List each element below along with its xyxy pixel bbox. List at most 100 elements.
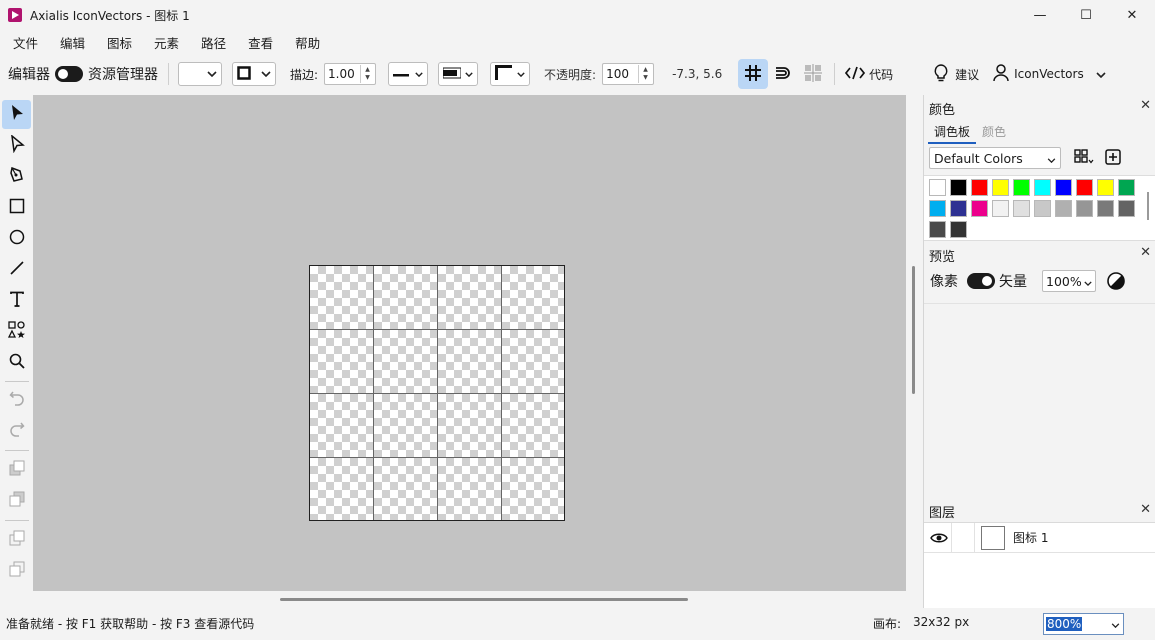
- fill-color-dropdown[interactable]: [178, 62, 222, 86]
- color-swatch[interactable]: [992, 179, 1009, 196]
- rectangle-tool[interactable]: [2, 193, 31, 222]
- menu-path[interactable]: 路径: [192, 33, 235, 52]
- grid-line: [310, 457, 564, 458]
- color-swatch[interactable]: [971, 200, 988, 217]
- preview-zoom-select[interactable]: 100%: [1042, 270, 1096, 292]
- maximize-button[interactable]: ☐: [1063, 0, 1109, 30]
- bring-forward-button[interactable]: [2, 455, 31, 484]
- layer-row[interactable]: 图标 1: [924, 522, 1155, 553]
- stroke-width-input[interactable]: 1.00 ▲ ▼: [324, 63, 377, 85]
- color-swatch[interactable]: [1118, 179, 1135, 196]
- grid-toggle-button[interactable]: [738, 59, 769, 89]
- colors-panel-title: 颜色: [929, 103, 956, 118]
- color-swatch[interactable]: [1034, 179, 1051, 196]
- pixel-label: 像素: [930, 274, 958, 290]
- corner-style-dropdown[interactable]: [490, 62, 531, 86]
- palette-select[interactable]: Default Colors: [929, 147, 1061, 169]
- magnifier-icon: [9, 353, 25, 372]
- color-swatches: [924, 175, 1155, 241]
- code-button[interactable]: 代码: [845, 66, 893, 83]
- color-swatch[interactable]: [1118, 200, 1135, 217]
- color-swatch[interactable]: [1013, 179, 1030, 196]
- layers-panel-close-icon[interactable]: ✕: [1140, 502, 1151, 517]
- bring-to-front-icon: [9, 530, 25, 549]
- minimize-button[interactable]: —: [1017, 0, 1063, 30]
- color-swatch[interactable]: [1013, 200, 1030, 217]
- color-swatch[interactable]: [1076, 200, 1093, 217]
- zoom-tool[interactable]: [2, 348, 31, 377]
- direct-select-tool[interactable]: [2, 131, 31, 160]
- menu-edit[interactable]: 编辑: [51, 33, 94, 52]
- close-button[interactable]: ✕: [1109, 0, 1155, 30]
- colors-panel-close-icon[interactable]: ✕: [1140, 98, 1151, 113]
- color-swatch[interactable]: [1097, 179, 1114, 196]
- ellipse-tool[interactable]: [2, 224, 31, 253]
- add-color-button[interactable]: [1105, 149, 1121, 168]
- color-swatch[interactable]: [929, 200, 946, 217]
- color-swatch[interactable]: [1055, 179, 1072, 196]
- code-label: 代码: [869, 67, 894, 82]
- zoom-select[interactable]: 800%: [1043, 613, 1124, 635]
- bring-to-front-button[interactable]: [2, 525, 31, 554]
- color-swatch[interactable]: [992, 200, 1009, 217]
- opacity-input[interactable]: 100 ▲ ▼: [602, 63, 655, 85]
- menu-help[interactable]: 帮助: [286, 33, 329, 52]
- arrow-pointer-icon: [9, 104, 25, 125]
- color-swatch[interactable]: [1076, 179, 1093, 196]
- color-swatch[interactable]: [950, 221, 967, 238]
- color-swatch[interactable]: [1055, 200, 1072, 217]
- stroke-width-value: 1.00: [328, 67, 355, 81]
- user-account-button[interactable]: IconVectors: [993, 63, 1106, 85]
- pixel-grid-icon: [804, 63, 823, 85]
- grid-view-icon: [1074, 149, 1094, 168]
- opacity-spinner[interactable]: ▲ ▼: [638, 65, 652, 83]
- swatches-scrollbar[interactable]: [1147, 192, 1149, 220]
- snap-toggle-button[interactable]: [768, 59, 798, 89]
- color-swatch[interactable]: [1034, 200, 1051, 217]
- vector-label: 矢量: [999, 274, 1027, 290]
- undo-button[interactable]: [2, 385, 31, 414]
- color-swatch[interactable]: [929, 179, 946, 196]
- undo-icon: [8, 390, 25, 409]
- preview-background-button[interactable]: [1106, 271, 1126, 294]
- color-swatch[interactable]: [950, 200, 967, 217]
- pen-nib-icon: [9, 166, 25, 187]
- send-backward-button[interactable]: [2, 486, 31, 515]
- canvas-horizontal-scrollbar[interactable]: [280, 598, 688, 601]
- color-swatch[interactable]: [1097, 200, 1114, 217]
- canvas-vertical-scrollbar[interactable]: [912, 266, 915, 394]
- text-tool[interactable]: [2, 286, 31, 315]
- shapes-tool[interactable]: [2, 317, 31, 346]
- color-swatch[interactable]: [929, 221, 946, 238]
- tab-color[interactable]: 颜色: [976, 123, 1012, 144]
- menu-file[interactable]: 文件: [4, 33, 47, 52]
- drawing-canvas[interactable]: [33, 95, 906, 591]
- shapes-icon: [7, 321, 26, 342]
- preview-panel-close-icon[interactable]: ✕: [1140, 245, 1151, 260]
- redo-button[interactable]: [2, 416, 31, 445]
- select-tool[interactable]: [2, 100, 31, 129]
- send-to-back-button[interactable]: [2, 556, 31, 585]
- toolbar-divider: [834, 63, 836, 85]
- suggest-button[interactable]: 建议: [933, 63, 979, 85]
- menu-element[interactable]: 元素: [145, 33, 188, 52]
- redo-icon: [9, 421, 25, 440]
- color-swatch[interactable]: [971, 179, 988, 196]
- pixel-vector-toggle[interactable]: [967, 273, 995, 289]
- line-tool[interactable]: [2, 255, 31, 284]
- menu-view[interactable]: 查看: [239, 33, 282, 52]
- visibility-eye-icon[interactable]: [927, 532, 951, 544]
- editor-explorer-toggle[interactable]: [55, 66, 83, 82]
- pen-tool[interactable]: [2, 162, 31, 191]
- line-join-dropdown[interactable]: [438, 62, 479, 86]
- stroke-color-dropdown[interactable]: [232, 62, 276, 86]
- explorer-mode-label: 资源管理器: [88, 67, 158, 83]
- tab-palette[interactable]: 调色板: [928, 123, 977, 144]
- line-style-dropdown[interactable]: [388, 62, 429, 86]
- stroke-width-spinner[interactable]: ▲ ▼: [360, 65, 374, 83]
- menu-icon[interactable]: 图标: [98, 33, 141, 52]
- color-swatch[interactable]: [950, 179, 967, 196]
- pixel-align-button[interactable]: [798, 59, 828, 89]
- icon-artboard[interactable]: [309, 265, 565, 521]
- palette-view-button[interactable]: [1074, 149, 1094, 168]
